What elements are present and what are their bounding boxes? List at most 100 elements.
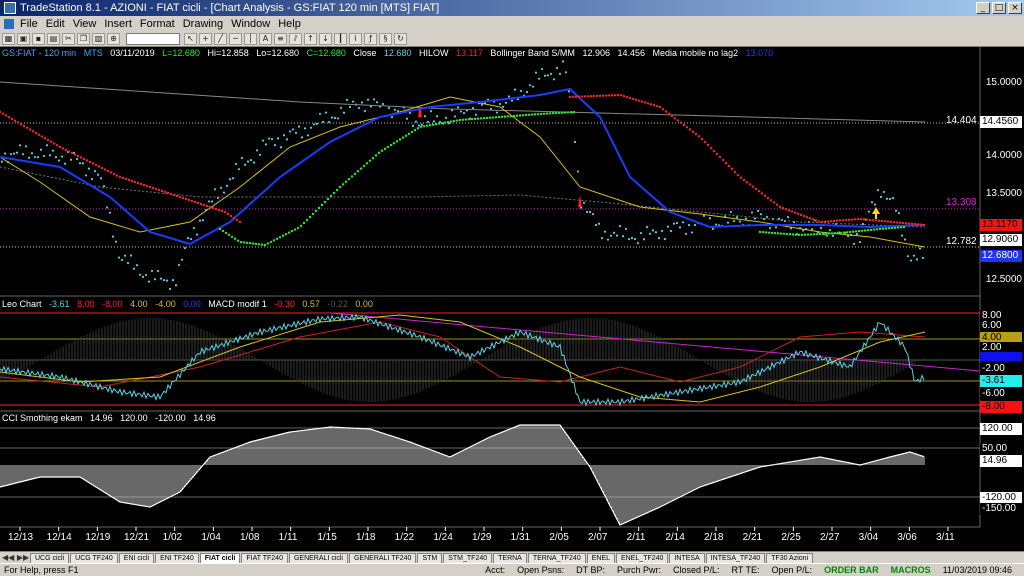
- indicator-icon[interactable]: ƒ: [364, 32, 377, 45]
- chart-area[interactable]: GS:FIAT - 120 min MTS 03/11/2019 L=12.68…: [0, 47, 1024, 551]
- menu-view[interactable]: View: [73, 18, 97, 30]
- price-dot: [57, 159, 61, 162]
- status-macros[interactable]: MACROS: [891, 565, 931, 575]
- copy-icon[interactable]: ❐: [77, 32, 90, 45]
- header-bb-val1: 12.906: [582, 48, 610, 58]
- upper-band-dot: [631, 97, 635, 101]
- tab-intesa[interactable]: INTESA: [669, 553, 705, 563]
- maximize-button[interactable]: □: [992, 2, 1006, 14]
- title-bar: TradeStation 8.1 - AZIONI - FIAT cicli -…: [0, 0, 1024, 16]
- tab-eni-tf240[interactable]: ENI TF240: [155, 553, 199, 563]
- status-dt-bp: DT BP:: [576, 565, 605, 575]
- line-chart-icon[interactable]: ⌇: [349, 32, 362, 45]
- bar-chart-icon[interactable]: ┃: [334, 32, 347, 45]
- upper-band-dot: [811, 218, 815, 221]
- new-chart-icon[interactable]: ▦: [2, 32, 15, 45]
- price-dot: [189, 237, 193, 241]
- leo-tick-m2: -2.00: [980, 363, 1022, 375]
- text-icon[interactable]: A: [259, 32, 272, 45]
- upper-band-dot: [58, 145, 62, 149]
- tab-stm[interactable]: STM: [417, 553, 443, 563]
- lower-band-dot: [377, 151, 381, 155]
- lower-band-dot: [218, 227, 222, 231]
- zoom-icon[interactable]: ⊕: [107, 32, 120, 45]
- menu-format[interactable]: Format: [140, 18, 175, 30]
- price-dot: [528, 84, 532, 87]
- document-icon[interactable]: [4, 18, 14, 29]
- x-tick-label: 3/06: [897, 532, 917, 543]
- close-button[interactable]: ×: [1008, 2, 1022, 14]
- header-close-val: 12.680: [383, 48, 412, 58]
- menu-drawing[interactable]: Drawing: [183, 18, 223, 30]
- tab-enel-tf240[interactable]: ENEL_TF240: [616, 553, 669, 563]
- lower-band-dot: [482, 117, 486, 120]
- tab-intesa-tf240[interactable]: INTESA_TF240: [705, 553, 766, 563]
- tab-eni-cicli[interactable]: ENI cicli: [118, 553, 155, 563]
- menu-edit[interactable]: Edit: [46, 18, 65, 30]
- symbol-select[interactable]: [126, 32, 180, 45]
- trendline-icon[interactable]: ╱: [214, 32, 227, 45]
- strategy-icon[interactable]: §: [379, 32, 392, 45]
- price-dot: [756, 209, 760, 213]
- tab-generali-tf240[interactable]: GENERALI TF240: [348, 553, 417, 563]
- menu-file[interactable]: File: [20, 18, 38, 30]
- refresh-icon[interactable]: ↻: [394, 32, 407, 45]
- tab-stm-tf240[interactable]: STM_TF240: [443, 553, 493, 563]
- cci-v4: 14.96: [193, 413, 216, 423]
- status-order-bar[interactable]: ORDER BAR: [824, 565, 879, 575]
- tab-terna-tf240[interactable]: TERNA_TF240: [527, 553, 586, 563]
- arrow-down-icon[interactable]: ↓: [319, 32, 332, 45]
- price-dot: [555, 66, 559, 69]
- vline-icon[interactable]: │: [244, 32, 257, 45]
- lower-band-dot: [761, 231, 765, 234]
- paste-icon[interactable]: ▧: [92, 32, 105, 45]
- cursor-icon[interactable]: ↖: [184, 32, 197, 45]
- price-dot: [99, 177, 103, 180]
- upper-band-dot: [724, 161, 728, 165]
- tab-fiat-cicli[interactable]: FIAT cicli: [199, 553, 241, 563]
- tab-generali-cicli[interactable]: GENERALI cicli: [288, 553, 348, 563]
- tab-ucg-cicli[interactable]: UCG cicli: [30, 553, 70, 563]
- price-dot: [324, 111, 328, 114]
- save-icon[interactable]: ▪: [32, 32, 45, 45]
- price-dot: [15, 151, 19, 154]
- print-icon[interactable]: ▤: [47, 32, 60, 45]
- tab-enel[interactable]: ENEL: [586, 553, 616, 563]
- menu-insert[interactable]: Insert: [104, 18, 132, 30]
- upper-band-dot: [187, 198, 191, 202]
- lower-band-dot: [563, 111, 567, 114]
- tab-tf30-azioni[interactable]: TF30 Azioni: [766, 553, 814, 563]
- lower-band-dot: [446, 120, 450, 124]
- price-dot: [123, 254, 127, 257]
- upper-band-dot: [175, 194, 179, 198]
- hline-icon[interactable]: ─: [229, 32, 242, 45]
- lower-band-dot: [353, 172, 357, 176]
- cut-icon[interactable]: ✂: [62, 32, 75, 45]
- price-dot: [0, 160, 4, 163]
- tab-ucg-tf240[interactable]: UCG TF240: [70, 553, 118, 563]
- tab-terna[interactable]: TERNA: [493, 553, 527, 563]
- upper-band-dot: [601, 94, 605, 97]
- price-dot: [774, 226, 778, 229]
- price-dot: [249, 158, 253, 162]
- lower-band-dot: [488, 116, 492, 119]
- crosshair-icon[interactable]: +: [199, 32, 212, 45]
- lower-band-dot: [503, 115, 507, 118]
- channel-icon[interactable]: ⫽: [289, 32, 302, 45]
- macd-v3: -0.22: [327, 299, 348, 309]
- minimize-button[interactable]: _: [976, 2, 990, 14]
- lower-band-dot: [881, 227, 885, 230]
- menu-help[interactable]: Help: [278, 18, 301, 30]
- menu-window[interactable]: Window: [231, 18, 270, 30]
- open-icon[interactable]: ▣: [17, 32, 30, 45]
- upper-band-dot: [4, 114, 8, 117]
- fib-icon[interactable]: ≡: [274, 32, 287, 45]
- tab-fiat-tf240[interactable]: FIAT TF240: [241, 553, 288, 563]
- price-dot: [576, 170, 580, 173]
- cci-tick-120: 120.00: [980, 423, 1022, 435]
- arrow-up-icon[interactable]: ↑: [304, 32, 317, 45]
- upper-band-dot: [31, 130, 35, 133]
- tab-scroll-arrows[interactable]: ◀◀ ▶▶: [2, 553, 29, 562]
- upper-band-dot: [826, 220, 830, 223]
- lower-band-dot: [884, 227, 888, 230]
